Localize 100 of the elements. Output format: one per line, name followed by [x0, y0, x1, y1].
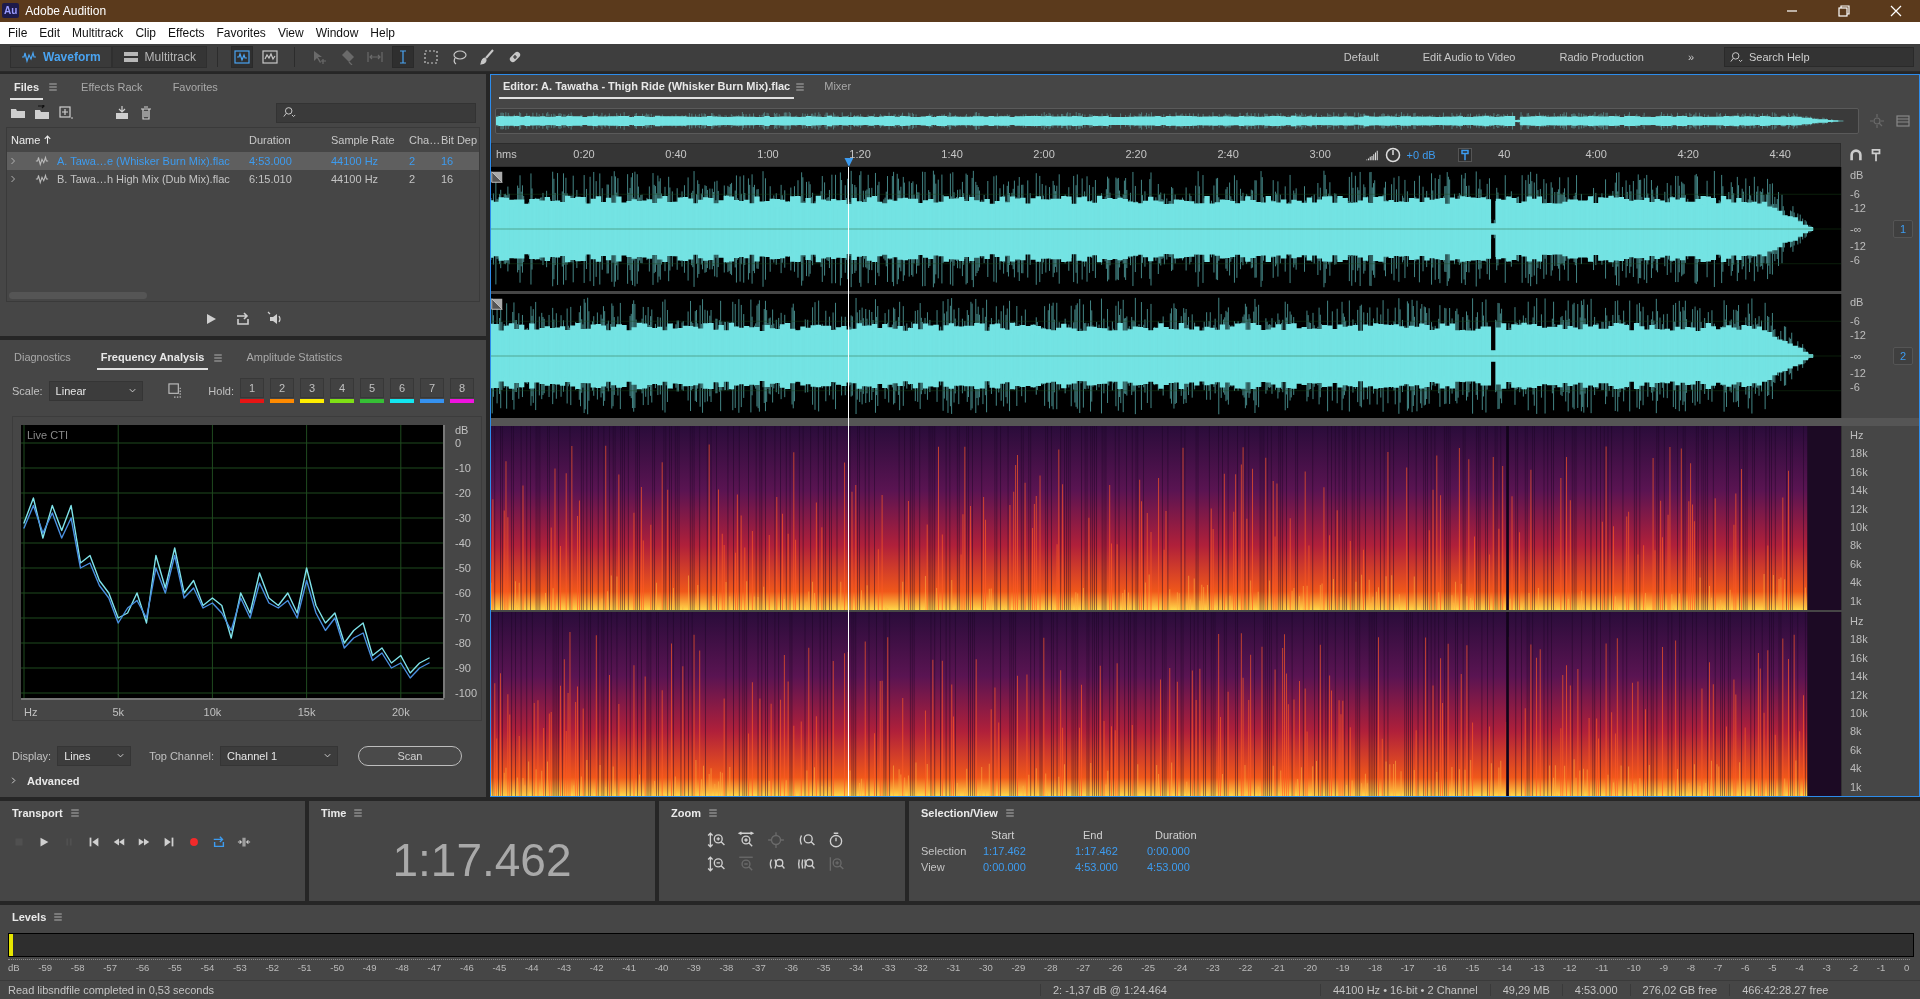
snapshot-icon[interactable]: [167, 383, 183, 399]
playhead-line[interactable]: [847, 166, 849, 796]
loop-icon[interactable]: [235, 311, 251, 328]
menu-item[interactable]: Edit: [33, 25, 67, 40]
workspace-tab[interactable]: Edit Audio to Video: [1400, 51, 1538, 64]
tick-label: 0: [1903, 962, 1910, 974]
time-ruler[interactable]: hms 0:20 0:40 1:00 1:20 1:40 2:00 2:20 2:40 3:00 +0 dB 40 4:00 4:20 4:40: [491, 142, 1841, 167]
time-value[interactable]: 0:00.000: [979, 860, 1071, 873]
panel-tab[interactable]: Amplitude Statistics: [242, 345, 347, 371]
table-cell-text: 2: [408, 154, 417, 167]
hold-button[interactable]: 2: [270, 378, 294, 399]
scale-label: 6k: [1850, 743, 1862, 756]
tick-label: -58: [70, 962, 85, 974]
tick-label: -60: [455, 586, 471, 599]
time-display: 1:17.462: [392, 833, 572, 888]
panel-tab[interactable]: Editor: A. Tawatha - Thigh Ride (Whisker Burn Mix).flac: [499, 74, 795, 100]
mode-button[interactable]: Multitrack: [111, 46, 207, 69]
time-value[interactable]: 4:53.000: [1143, 860, 1223, 873]
hold-button[interactable]: 5: [360, 378, 384, 399]
workspace-tab[interactable]: Default: [1321, 51, 1401, 64]
new-file-icon[interactable]: [58, 104, 74, 121]
menu-item[interactable]: Help: [364, 25, 402, 40]
column-header[interactable]: Bit Dep: [437, 133, 487, 146]
restore-icon[interactable]: [1836, 2, 1852, 19]
scale-label: -12: [1850, 201, 1866, 214]
tick-label: dB: [8, 962, 20, 974]
mode-button[interactable]: Waveform: [10, 46, 112, 69]
panel-title: Transport: [12, 806, 63, 819]
menu-item[interactable]: Favorites: [210, 25, 272, 40]
corner-toggle-icon[interactable]: [491, 170, 503, 183]
tick-label: -5: [1768, 962, 1777, 974]
hold-button[interactable]: 4: [330, 378, 354, 399]
hold-button[interactable]: 3: [300, 378, 324, 399]
panel-tab[interactable]: Favorites: [168, 74, 222, 100]
hold-button[interactable]: 8: [450, 378, 474, 399]
tick-label: -20: [1303, 962, 1318, 974]
menu-item[interactable]: Clip: [129, 25, 163, 40]
waveform-view-icon[interactable]: [230, 46, 253, 69]
search-field[interactable]: Search Help: [1724, 47, 1914, 68]
workspace-tab[interactable]: Radio Production: [1537, 51, 1666, 64]
search-field[interactable]: [276, 102, 476, 123]
tick-label: -55: [168, 962, 182, 974]
scale-label: 4k: [1850, 762, 1862, 775]
time-value[interactable]: 1:17.462: [1071, 844, 1143, 857]
trash-icon[interactable]: [138, 104, 154, 121]
scan-button[interactable]: Scan: [357, 745, 462, 766]
file-row[interactable]: B. Tawa…h High Mix (Dub Mix).flac 6:15.010 44100 Hz 2 16: [7, 169, 479, 188]
pin-icon[interactable]: [1869, 147, 1883, 162]
channel-dropdown[interactable]: Channel 1: [219, 745, 338, 766]
display-dropdown[interactable]: Lines: [57, 745, 132, 766]
panel-tab[interactable]: Mixer: [820, 74, 856, 100]
import-icon[interactable]: [34, 104, 50, 121]
scrollbar[interactable]: [9, 292, 147, 300]
scale-label: 14k: [1850, 484, 1868, 497]
column-header[interactable]: Sample Rate: [327, 133, 405, 146]
tick-label: -26: [1108, 962, 1123, 974]
scale-dropdown[interactable]: Linear: [48, 380, 143, 401]
tick-label: -50: [455, 561, 471, 574]
menu-item[interactable]: Effects: [162, 25, 211, 40]
gain-readout: +0 dB: [1406, 148, 1436, 161]
panel-tab[interactable]: Effects Rack: [77, 74, 147, 100]
pin-icon[interactable]: [1457, 147, 1472, 162]
playhead-marker[interactable]: [844, 157, 854, 167]
time-value[interactable]: 4:53.000: [1071, 860, 1143, 873]
time-value[interactable]: 0:00.000: [1143, 844, 1223, 857]
panel-tab[interactable]: Frequency Analysis: [96, 345, 209, 371]
magnet-icon[interactable]: [1849, 147, 1863, 162]
column-header[interactable]: Name: [7, 133, 245, 146]
channel-badge[interactable]: 1: [1893, 219, 1913, 238]
column-header[interactable]: Cha…: [405, 133, 437, 146]
table-cell-text: A. Tawa…e (Whisker Burn Mix).flac: [56, 154, 230, 167]
panel-tab[interactable]: Diagnostics: [10, 345, 75, 371]
panel-tab[interactable]: Files: [10, 74, 44, 100]
menu-item[interactable]: Multitrack: [66, 25, 130, 40]
menu-item[interactable]: View: [271, 25, 310, 40]
scale-label: -12: [1850, 328, 1866, 341]
tick-label: 1:40: [941, 147, 963, 160]
i-beam-icon[interactable]: [391, 46, 414, 69]
tick-label: -41: [622, 962, 636, 974]
channel-badge[interactable]: 2: [1893, 346, 1913, 365]
status-text: 466:42:28.27 free: [1729, 984, 1841, 996]
time-value[interactable]: 1:17.462: [979, 844, 1071, 857]
menu-item[interactable]: File: [2, 25, 34, 40]
loop-icon[interactable]: [212, 834, 226, 849]
tick-label: -33: [881, 962, 896, 974]
hold-button[interactable]: 1: [240, 378, 264, 399]
corner-toggle-icon[interactable]: [491, 297, 503, 310]
knob-icon[interactable]: [1384, 146, 1401, 163]
section-toggle[interactable]: Advanced: [27, 774, 80, 787]
stopwatch-icon[interactable]: [827, 830, 845, 849]
scale-label: Hz: [1850, 614, 1864, 627]
tick-label: -32: [914, 962, 928, 974]
more-button[interactable]: »: [1665, 51, 1716, 64]
menu-item[interactable]: Window: [309, 25, 365, 40]
hold-button[interactable]: 7: [420, 378, 444, 399]
insert-icon[interactable]: [114, 104, 130, 121]
hold-button[interactable]: 6: [390, 378, 414, 399]
column-header[interactable]: Duration: [245, 133, 327, 146]
tick-label: -52: [265, 962, 280, 974]
tick-label: -3: [1822, 962, 1831, 974]
